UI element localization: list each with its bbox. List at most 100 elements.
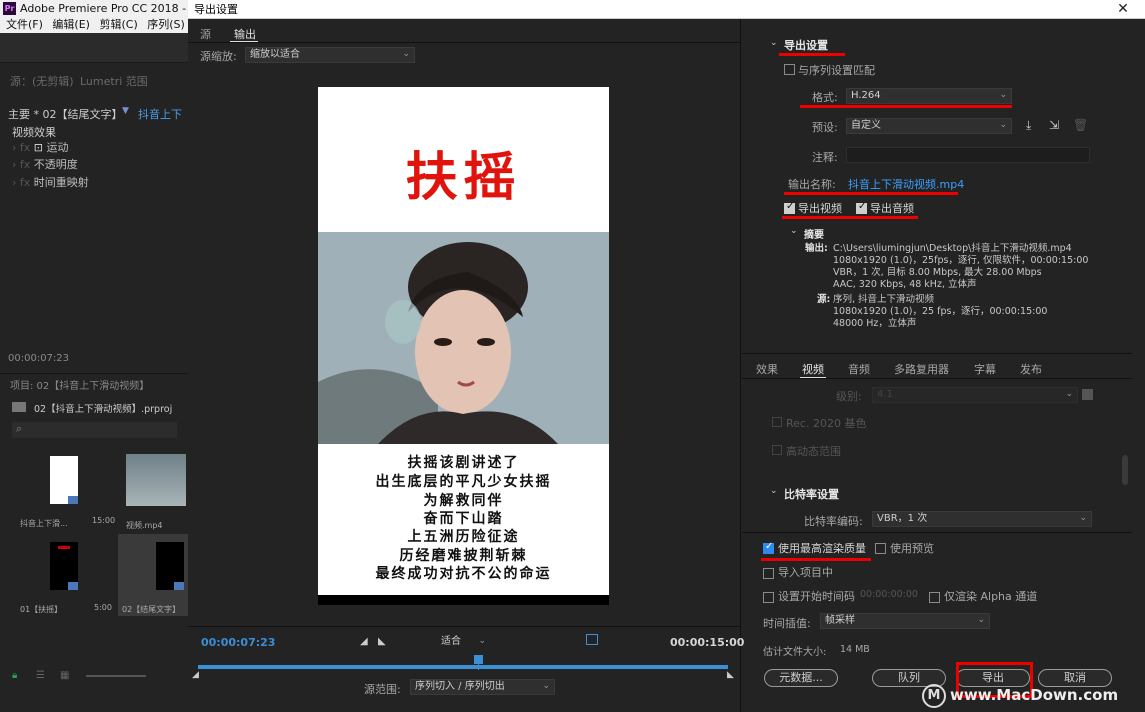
settings-scrollbar[interactable] <box>1122 455 1128 485</box>
chevron-down-icon: ⌄ <box>1079 513 1087 523</box>
tab-source[interactable]: 源 <box>200 26 211 42</box>
in-point-icon[interactable]: ◢ <box>192 670 199 680</box>
chevron-down-icon[interactable]: ⌄ <box>770 486 778 496</box>
use-preview-label: 使用预览 <box>890 542 934 555</box>
use-preview-checkbox[interactable] <box>875 541 886 554</box>
chevron-down-icon[interactable]: ⌄ <box>790 226 798 236</box>
menu-edit[interactable]: 编辑(E) <box>52 18 90 31</box>
premiere-toolbar <box>0 33 188 63</box>
thumb-clip-1[interactable] <box>50 542 78 590</box>
export-audio-checkbox[interactable] <box>856 201 867 214</box>
effect-motion[interactable]: › fx ⊡ 运动 <box>12 139 69 156</box>
menu-clip[interactable]: 剪辑(C) <box>99 18 137 31</box>
import-preset-icon[interactable]: ⇲ <box>1049 118 1059 132</box>
thumb-clip-2[interactable] <box>156 542 184 590</box>
summary-output-label: 输出: <box>805 243 828 254</box>
item-duration: 5:00 <box>94 603 112 612</box>
project-tab[interactable]: 项目: 02【抖音上下滑动视频】 <box>10 377 149 392</box>
lock-icon[interactable]: 🔒︎ <box>12 670 17 681</box>
sequence-link[interactable]: 抖音上下 <box>138 106 182 122</box>
metadata-button[interactable]: 元数据... <box>764 669 838 687</box>
aspect-icon[interactable] <box>586 634 598 645</box>
menu-file[interactable]: 文件(F) <box>6 18 43 31</box>
start-tc-label: 设置开始时间码 <box>778 590 855 603</box>
interp-select[interactable]: 帧采样 ⌄ <box>820 613 990 629</box>
comment-input[interactable] <box>846 147 1090 163</box>
output-name-label: 输出名称: <box>788 178 836 191</box>
thumb-video[interactable] <box>126 454 186 506</box>
start-tc-value[interactable]: 00:00:00:00 <box>860 589 918 600</box>
divider <box>742 532 1132 533</box>
caption-line: 最终成功对抗不公的命运 <box>375 566 552 582</box>
source-tab[interactable]: 源：(无剪辑) <box>10 73 74 89</box>
chevron-down-icon[interactable]: ⌄ <box>770 38 778 48</box>
source-scale-select[interactable]: 缩放以适合 ⌄ <box>245 47 415 63</box>
item-name: 02【结尾文字】 <box>122 605 181 614</box>
rec2020-checkbox[interactable] <box>772 417 782 427</box>
list-view-icon[interactable]: ☰ <box>36 670 45 681</box>
subtab-video[interactable]: 视频 <box>802 361 824 377</box>
subtab-captions[interactable]: 字幕 <box>974 361 996 377</box>
mark-in-icon[interactable]: ◢ <box>360 636 368 647</box>
max-render-checkbox[interactable] <box>763 541 774 554</box>
filesize-value: 14 MB <box>840 644 870 655</box>
subtab-audio[interactable]: 音频 <box>848 361 870 377</box>
caption-line: 奋而下山踏 <box>423 511 504 527</box>
save-preset-icon[interactable]: ⤓ <box>1026 118 1031 133</box>
hdr-checkbox[interactable] <box>772 445 782 455</box>
mark-out-icon[interactable]: ◣ <box>378 636 386 647</box>
premiere-menu-bar: 文件(F) 编辑(E) 剪辑(C) 序列(S) 标 <box>0 17 188 33</box>
bitrate-header: 比特率设置 <box>784 488 839 501</box>
effect-controls-panel: 源：(无剪辑) Lumetri 范围 主要 * 02【结尾文字】 ▼ 抖音上下 … <box>0 63 188 373</box>
bitrate-encoding-label: 比特率编码: <box>804 515 863 528</box>
dialog-title: 导出设置 <box>194 3 238 16</box>
subtab-multiplexer[interactable]: 多路复用器 <box>894 361 949 377</box>
output-name-link[interactable]: 抖音上下滑动视频.mp4 <box>848 176 964 192</box>
level-select[interactable]: 4.1 ⌄ <box>872 387 1078 403</box>
menu-sequence[interactable]: 序列(S) <box>147 18 185 31</box>
preview-photo <box>318 232 609 444</box>
import-project-checkbox[interactable] <box>763 566 774 579</box>
match-sequence-checkbox[interactable] <box>784 62 795 75</box>
thumb-sequence[interactable] <box>50 456 78 504</box>
preset-select[interactable]: 自定义 ⌄ <box>846 118 1012 134</box>
subtab-publish[interactable]: 发布 <box>1020 361 1042 377</box>
bitrate-encoding-select[interactable]: VBR，1 次 ⌄ <box>872 511 1092 527</box>
zoom-slider[interactable] <box>86 675 146 677</box>
fit-select[interactable]: 适合 ⌄ <box>436 634 491 650</box>
cancel-button[interactable]: 取消 <box>1038 669 1112 687</box>
start-tc-checkbox[interactable] <box>763 590 774 603</box>
folder-icon <box>12 402 26 412</box>
icon-view-icon[interactable]: ▦ <box>60 670 69 681</box>
alpha-only-checkbox[interactable] <box>929 590 940 603</box>
project-search-input[interactable]: ⌕ <box>12 422 177 438</box>
summary-output-line: VBR，1 次, 目标 8.00 Mbps, 最大 28.00 Mbps <box>833 267 1042 278</box>
chevron-down-icon: ⌄ <box>999 120 1007 130</box>
current-timecode[interactable]: 00:00:07:23 <box>201 636 275 649</box>
summary-source-line: 48000 Hz，立体声 <box>833 318 917 329</box>
chevron-down-icon: ⌄ <box>542 681 550 691</box>
divider <box>188 42 741 43</box>
out-point-icon[interactable]: ◣ <box>727 670 734 680</box>
delete-preset-icon[interactable]: 🗑︎ <box>1073 118 1088 132</box>
chevron-down-icon[interactable]: ▼ <box>122 106 129 116</box>
divider <box>742 353 1132 354</box>
close-icon[interactable]: ✕ <box>1108 0 1138 19</box>
format-select[interactable]: H.264 ⌄ <box>846 88 1012 104</box>
dialog-title-bar: 导出设置 <box>188 0 1145 19</box>
level-lock-checkbox[interactable] <box>1082 389 1093 400</box>
export-video-checkbox[interactable] <box>784 201 795 214</box>
source-range-select[interactable]: 序列切入 / 序列切出 ⌄ <box>410 679 555 695</box>
effect-time-remap[interactable]: › fx 时间重映射 <box>12 174 89 191</box>
project-panel: 项目: 02【抖音上下滑动视频】 02【抖音上下滑动视频】.prproj ⌕ 抖… <box>0 373 188 712</box>
watermark-logo-icon: M <box>922 684 946 708</box>
interp-label: 时间插值: <box>763 617 811 630</box>
red-annotation <box>761 558 871 561</box>
timeline-bar[interactable] <box>198 665 728 669</box>
panel-timecode: 00:00:07:23 <box>8 353 70 364</box>
subtab-effects[interactable]: 效果 <box>756 361 778 377</box>
tab-output[interactable]: 输出 <box>234 26 256 42</box>
sequence-tab[interactable]: 主要 * 02【结尾文字】 <box>8 106 123 122</box>
effect-opacity[interactable]: › fx 不透明度 <box>12 156 78 173</box>
lumetri-tab[interactable]: Lumetri 范围 <box>80 73 148 89</box>
